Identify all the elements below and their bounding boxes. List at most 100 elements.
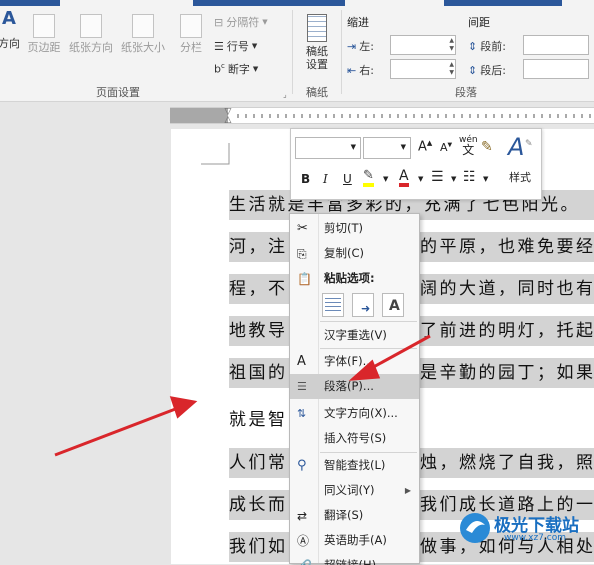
font-name-combo[interactable]: ▼ xyxy=(295,137,361,159)
text-line[interactable]: 成长而 xyxy=(229,490,289,520)
menu-item-reconvert[interactable]: 汉字重选(V) xyxy=(290,323,419,348)
highlight-icon[interactable]: ✎ xyxy=(363,169,374,187)
line-numbers-icon: ☰ xyxy=(214,39,224,53)
indent-left-label-wrap: ⇥ 左: xyxy=(347,38,374,54)
indent-left-input[interactable]: ▲ ▼ xyxy=(390,35,456,55)
ribbon-tab-strip xyxy=(0,0,60,6)
spacing-before-input[interactable] xyxy=(523,35,589,55)
indent-right-input[interactable]: ▲ ▼ xyxy=(390,59,456,79)
styles-label: 样式 xyxy=(509,171,531,184)
menu-item-label: 字体(F)... xyxy=(324,354,374,368)
columns-label: 分栏 xyxy=(180,41,202,54)
horizontal-ruler[interactable]: ▽ △ xyxy=(170,107,594,125)
bold-icon[interactable]: B xyxy=(301,172,310,186)
chevron-down-icon[interactable]: ▼ xyxy=(418,175,423,183)
paste-keep-format-glyph xyxy=(325,296,341,314)
text-direction-button[interactable]: A 方向 xyxy=(0,10,22,51)
menu-item-english-assistant[interactable]: Ⓐ 英语助手(A) xyxy=(290,528,419,553)
dialog-launcher-icon[interactable]: ⌟ xyxy=(283,90,287,99)
format-painter-icon[interactable]: ✎ xyxy=(481,139,493,155)
menu-item-copy[interactable]: ⎘ 复制(C) xyxy=(290,241,419,266)
text-line[interactable]: 地教导 xyxy=(229,316,289,346)
chevron-down-icon[interactable]: ▼ xyxy=(483,175,488,183)
indent-left-label: 左: xyxy=(359,40,374,53)
text-line-right[interactable]: 烛，燃烧了自我，照 xyxy=(420,448,594,478)
text-line-content: 祖国的 xyxy=(229,363,288,383)
paste-text-only-icon[interactable]: A xyxy=(382,293,404,317)
text-line-right[interactable]: 阔的大道，同时也有 xyxy=(420,274,594,304)
text-line-content: 是辛勤的园丁；如果 xyxy=(420,363,594,383)
text-line-right[interactable]: 了前进的明灯，托起 xyxy=(420,316,594,346)
numbering-icon[interactable]: ☷ xyxy=(463,169,476,185)
text-line[interactable]: 人们常 xyxy=(229,448,289,478)
menu-item-label: 粘贴选项: xyxy=(324,271,375,285)
phonetic-guide-button[interactable]: wén 文 xyxy=(459,135,478,157)
spinner-icon[interactable]: ▲ ▼ xyxy=(449,37,454,53)
paste-merge-format-icon[interactable]: ➜ xyxy=(352,293,374,317)
text-line[interactable]: 河，注 xyxy=(229,232,289,262)
text-line-content: 的平原，也难免要经 xyxy=(420,237,594,257)
phonetic-guide-icon: 文 xyxy=(462,143,475,157)
text-line[interactable]: 我们如 xyxy=(229,532,289,562)
columns-button[interactable]: 分栏 xyxy=(176,14,206,54)
underline-icon[interactable]: U xyxy=(343,172,352,186)
menu-item-translate[interactable]: ⇄ 翻译(S) xyxy=(290,503,419,528)
hyphenation-button[interactable]: bc 断字 ▼ xyxy=(214,61,258,77)
paragraph-group-label: 段落 xyxy=(455,86,477,99)
breaks-button[interactable]: ⊟ 分隔符 ▼ xyxy=(214,14,268,30)
group-separator xyxy=(292,10,293,94)
breaks-icon: ⊟ xyxy=(214,15,224,29)
spacing-after-input[interactable] xyxy=(523,59,589,79)
indent-left-icon: ⇥ xyxy=(347,39,357,53)
menu-item-paragraph[interactable]: ☰ 段落(P)... xyxy=(290,374,419,399)
paste-icon: 📋 xyxy=(297,272,312,286)
paper-size-button[interactable]: 纸张大小 xyxy=(118,14,168,54)
watermark-logo-icon xyxy=(460,513,490,543)
spacing-before-icon: ⇕ xyxy=(468,39,478,53)
menu-item-insert-symbol[interactable]: 插入符号(S) xyxy=(290,426,419,451)
styles-icon[interactable]: A xyxy=(508,133,524,161)
menu-item-cut[interactable]: ✂ 剪切(T) xyxy=(290,216,419,241)
font-color-icon[interactable]: A xyxy=(399,169,409,187)
chevron-down-icon[interactable]: ▼ xyxy=(451,175,456,183)
spacing-after-icon: ⇕ xyxy=(468,63,478,77)
text-line-right[interactable]: 是辛勤的园丁；如果 xyxy=(420,358,594,388)
draft-paper-button[interactable]: 稿纸 设置 xyxy=(298,14,336,71)
text-line[interactable]: 程，不 xyxy=(229,274,289,304)
font-size-combo[interactable]: ▼ xyxy=(363,137,411,159)
line-numbers-button[interactable]: ☰ 行号 ▼ xyxy=(214,38,257,54)
indent-right-icon: ⇤ xyxy=(347,63,357,77)
draft-paper-label-1: 稿纸 xyxy=(306,45,328,58)
orientation-label: 纸张方向 xyxy=(69,41,113,54)
italic-icon[interactable]: I xyxy=(323,172,328,186)
grow-font-icon[interactable]: A▲ xyxy=(418,139,432,154)
margins-label: 页边距 xyxy=(27,41,61,54)
hyphenation-label: 断字 xyxy=(227,63,250,76)
menu-item-text-direction[interactable]: ⇅ 文字方向(X)... xyxy=(290,401,419,426)
chevron-down-icon[interactable]: ▼ xyxy=(383,175,388,183)
menu-item-label: 汉字重选(V) xyxy=(324,328,387,342)
orientation-icon xyxy=(80,14,102,38)
text-only-glyph: A xyxy=(389,298,400,314)
bullets-icon[interactable]: ☰ xyxy=(431,169,444,185)
text-line-right[interactable]: 的平原，也难免要经 xyxy=(420,232,594,262)
spinner-icon[interactable]: ▲ ▼ xyxy=(449,61,454,77)
menu-item-hyperlink[interactable]: 🔗 超链接(H)... xyxy=(290,553,419,565)
menu-item-label: 超链接(H)... xyxy=(324,558,388,565)
menu-item-smart-lookup[interactable]: ⚲ 智能查找(L) xyxy=(290,453,419,478)
text-line[interactable]: 就是智 xyxy=(229,405,289,435)
brush-icon: ✎ xyxy=(525,139,533,149)
indent-right-label-wrap: ⇤ 右: xyxy=(347,62,374,78)
text-line-content: 河，注 xyxy=(229,237,288,257)
menu-item-label: 插入符号(S) xyxy=(324,431,387,445)
margins-button[interactable]: 页边距 xyxy=(25,14,63,54)
text-line[interactable]: 祖国的 xyxy=(229,358,289,388)
menu-item-font[interactable]: A 字体(F)... xyxy=(290,349,419,374)
orientation-button[interactable]: 纸张方向 xyxy=(66,14,116,54)
chevron-down-icon: ▼ xyxy=(262,18,268,26)
indent-marker-icon[interactable]: ▽ △ xyxy=(222,108,234,125)
menu-item-synonyms[interactable]: 同义词(Y) ▶ xyxy=(290,478,419,503)
paste-keep-format-icon[interactable] xyxy=(322,293,344,317)
submenu-arrow-icon: ▶ xyxy=(404,486,411,495)
shrink-font-icon[interactable]: A▼ xyxy=(440,141,452,154)
